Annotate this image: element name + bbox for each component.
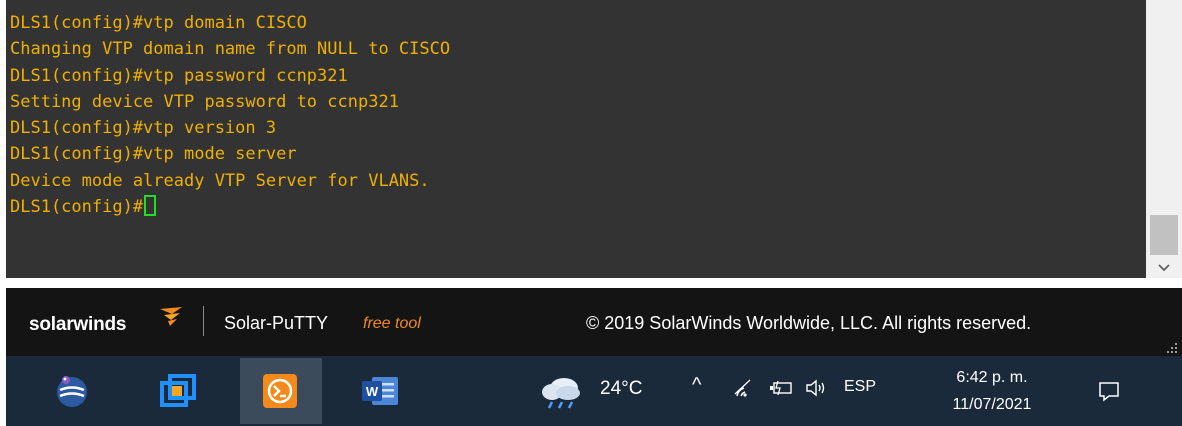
terminal-line: DLS1(config)#vtp domain CISCO bbox=[10, 13, 307, 33]
scrollbar-thumb[interactable] bbox=[1150, 215, 1178, 255]
wifi-icon[interactable] bbox=[732, 378, 754, 398]
copyright-text: © 2019 SolarWinds Worldwide, LLC. All ri… bbox=[586, 313, 1032, 333]
resize-grip-icon[interactable] bbox=[1166, 342, 1178, 354]
solar-putty-icon bbox=[263, 374, 297, 408]
free-tool-link[interactable]: free tool bbox=[363, 315, 421, 333]
clock-time: 6:42 p. m. bbox=[956, 369, 1028, 386]
terminal-cursor bbox=[144, 195, 157, 217]
terminal-prompt: DLS1(config)# bbox=[10, 197, 144, 218]
system-clock[interactable]: 6:42 p. m. 11/07/2021 bbox=[952, 364, 1032, 418]
terminal-line: DLS1(config)#vtp password ccnp321 bbox=[10, 65, 348, 86]
taskbar-app-virtualbox[interactable] bbox=[148, 364, 208, 418]
terminal-line: Setting device VTP password to ccnp321 bbox=[10, 91, 399, 112]
cloud-rain-icon bbox=[542, 378, 580, 409]
battery-icon[interactable] bbox=[768, 378, 794, 398]
solarwinds-flame-icon bbox=[160, 307, 182, 326]
input-language-indicator[interactable]: ESP bbox=[844, 378, 876, 396]
app-name: Solar-PuTTY bbox=[224, 313, 329, 333]
eclipse-icon bbox=[57, 376, 87, 407]
word-icon: W bbox=[362, 377, 398, 405]
terminal-line: Changing VTP domain name from NULL to CI… bbox=[10, 39, 451, 60]
notification-center-icon[interactable] bbox=[1098, 380, 1120, 402]
weather-temperature: 24°C bbox=[600, 378, 643, 399]
taskbar-app-eclipse[interactable] bbox=[42, 364, 102, 418]
terminal-line: DLS1(config)#vtp mode server bbox=[10, 144, 297, 165]
solarwinds-logo[interactable]: solarwinds bbox=[29, 314, 126, 336]
scroll-down-button[interactable] bbox=[1146, 256, 1182, 280]
branding-bar: solarwinds Solar-PuTTY free tool © 2019 … bbox=[6, 288, 1182, 356]
clipped-previous-line bbox=[10, 0, 710, 4]
virtualbox-icon bbox=[160, 374, 196, 407]
chevron-down-icon bbox=[1158, 264, 1170, 272]
show-hidden-icons-button[interactable]: ^ bbox=[692, 374, 701, 397]
terminal-output: DLS1(config)#vtp domain CISCO Changing V… bbox=[10, 10, 450, 220]
taskbar-app-solar-putty[interactable] bbox=[250, 364, 310, 418]
taskbar-app-word[interactable]: W bbox=[350, 364, 410, 418]
windows-taskbar: W 24°C ^ ESP 6:42 p. m. 11/07/2021 bbox=[6, 356, 1182, 426]
terminal-prompt-line[interactable]: DLS1(config)# bbox=[10, 194, 450, 220]
terminal-line: Device mode already VTP Server for VLANS… bbox=[10, 170, 430, 191]
svg-text:W: W bbox=[366, 384, 379, 399]
clock-date: 11/07/2021 bbox=[952, 396, 1032, 413]
volume-icon[interactable] bbox=[804, 378, 830, 398]
terminal-line: DLS1(config)#vtp version 3 bbox=[10, 118, 277, 139]
window-gap bbox=[0, 278, 1182, 288]
brand-divider bbox=[203, 306, 204, 336]
terminal-window[interactable]: DLS1(config)#vtp domain CISCO Changing V… bbox=[6, 0, 1146, 278]
vertical-scrollbar[interactable] bbox=[1146, 0, 1182, 280]
